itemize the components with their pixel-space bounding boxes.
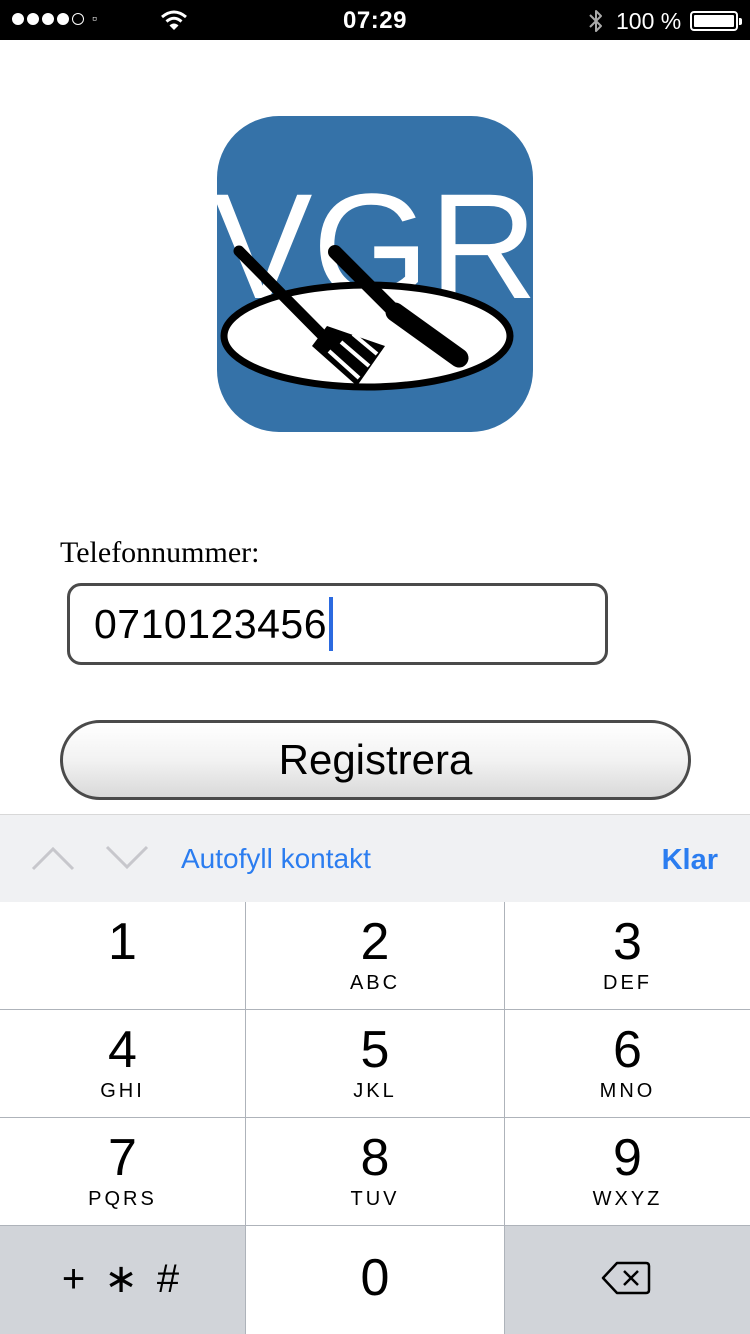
battery-icon [690,11,742,31]
autofill-contact-button[interactable]: Autofyll kontakt [181,843,371,875]
key-digit: 8 [360,1129,390,1187]
battery-percent: 100 % [616,8,682,34]
backspace-icon [601,1261,651,1295]
phone-label: Telefonnummer: [60,536,260,569]
key-8[interactable]: 8 TUV [246,1118,504,1225]
key-digit: 3 [613,913,642,971]
done-button[interactable]: Klar [662,844,718,877]
key-letters: ABC [349,972,401,994]
key-letters: JKL [353,1080,397,1102]
key-symbols-label: + ∗ # [61,1257,184,1301]
key-9[interactable]: 9 WXYZ [505,1118,750,1225]
vgr-logo: VGR [217,116,533,432]
key-6[interactable]: 6 MNO [505,1010,750,1117]
key-digit: 1 [108,913,137,971]
text-caret [329,597,334,651]
key-digit: 2 [360,913,390,971]
key-symbols[interactable]: + ∗ # [0,1226,245,1334]
bluetooth-icon [589,10,602,32]
status-bar: ▫ 07:29 100 % [0,0,750,40]
key-letters: PQRS [88,1188,157,1210]
register-button[interactable]: Registrera [60,720,691,800]
phone-input-value[interactable]: 0710123456 [94,601,327,648]
key-digit: 6 [613,1021,642,1079]
key-2[interactable]: 2 ABC [246,902,504,1009]
key-5[interactable]: 5 JKL [246,1010,504,1117]
key-letters: GHI [100,1080,145,1102]
key-4[interactable]: 4 GHI [0,1010,245,1117]
next-field-chevron-down-icon[interactable] [105,843,149,873]
key-digit: 7 [108,1129,137,1187]
key-digit: 0 [360,1249,390,1307]
numeric-keypad: 1 2 ABC 3 DEF 4 GHI 5 JKL 6 MNO 7 PQRS 8… [0,902,750,1334]
key-0[interactable]: 0 [246,1226,504,1334]
key-digit: 9 [613,1129,642,1187]
key-letters: TUV [350,1188,400,1210]
key-letters: MNO [599,1080,656,1102]
key-1[interactable]: 1 [0,902,245,1009]
keyboard-accessory-bar: Autofyll kontakt Klar [0,814,750,902]
key-letters: WXYZ [592,1188,663,1210]
phone-input[interactable]: 0710123456 [67,583,608,665]
key-delete[interactable] [505,1226,750,1334]
key-letters: DEF [603,972,652,994]
key-digit: 4 [108,1021,137,1079]
key-digit: 5 [360,1021,390,1079]
key-7[interactable]: 7 PQRS [0,1118,245,1225]
previous-field-chevron-up-icon[interactable] [31,843,75,873]
key-3[interactable]: 3 DEF [505,902,750,1009]
